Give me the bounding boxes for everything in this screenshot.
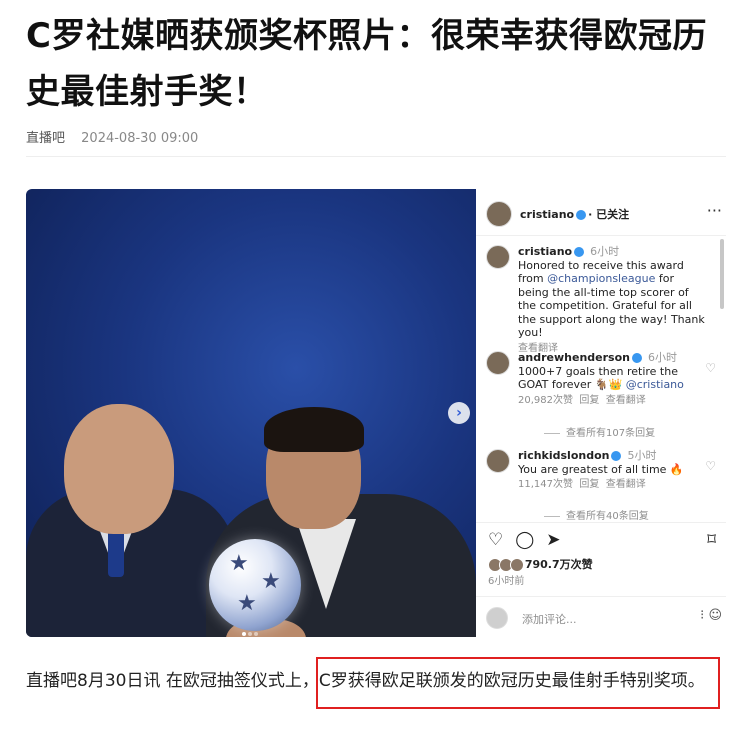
comment-time: 5小时 [627, 449, 657, 462]
translate-link[interactable]: 查看翻译 [606, 395, 646, 406]
person-left-head [64, 404, 174, 534]
article-source[interactable]: 直播吧 [26, 131, 65, 146]
heart-icon[interactable]: ♡ [705, 459, 716, 473]
bookmark-icon[interactable]: ⌑ [707, 530, 716, 550]
mention-link[interactable]: @championsleague [547, 272, 655, 285]
next-image-button[interactable]: › [448, 402, 470, 424]
trophy-ball: ★ ★ ★ [209, 539, 301, 631]
emoji-icon[interactable]: ⁝ ☺ [700, 608, 722, 623]
comment-time: 6小时 [590, 245, 620, 258]
heart-icon[interactable]: ♡ [705, 361, 716, 375]
like-count[interactable]: 20,982次赞 [518, 395, 573, 406]
post-actions: ♡ ◯ ➤ ⌑ [488, 530, 716, 550]
username[interactable]: cristiano [520, 208, 574, 221]
avatar[interactable] [486, 449, 510, 473]
post-author[interactable]: cristiano · 已关注 [520, 206, 629, 222]
liker-avatar [510, 558, 524, 572]
view-replies-link[interactable]: 查看所有107条回复 [544, 424, 655, 439]
avatar[interactable] [486, 201, 512, 227]
article-datetime: 2024-08-30 09:00 [81, 131, 199, 146]
post-sidebar: cristiano · 已关注 ··· cristiano 6小时 Honored … [476, 189, 726, 637]
add-comment-bar: 添加评论... ⁝ ☺ [486, 607, 722, 629]
heart-icon[interactable]: ♡ [488, 530, 503, 550]
carousel-dot[interactable] [248, 632, 252, 636]
verified-icon [574, 247, 585, 257]
carousel-dot[interactable] [254, 632, 258, 636]
carousel-dot[interactable] [242, 632, 246, 636]
avatar[interactable] [486, 351, 510, 375]
divider [476, 596, 726, 597]
scrollbar[interactable] [720, 239, 724, 309]
comment-text: You are greatest of all time 🔥 [518, 462, 684, 476]
translate-link[interactable]: 查看翻译 [606, 479, 646, 490]
divider [476, 235, 726, 236]
comment-user[interactable]: andrewhenderson [518, 351, 630, 364]
comment-user[interactable]: cristiano [518, 245, 572, 258]
follow-status[interactable]: · 已关注 [588, 208, 629, 221]
person-right-hair [264, 407, 364, 452]
post-likes[interactable]: 790.7万次赞 [488, 556, 593, 572]
mention-link[interactable]: @cristiano [626, 378, 684, 391]
avatar [486, 607, 508, 629]
share-icon[interactable]: ➤ [546, 530, 560, 550]
comment-time: 6小时 [648, 351, 677, 364]
verified-icon [576, 210, 587, 220]
like-count[interactable]: 11,147次赞 [518, 479, 573, 490]
emoji-icon[interactable]: ☺ [708, 608, 722, 623]
article-meta: 直播吧 2024-08-30 09:00 [26, 127, 198, 146]
avatar[interactable] [486, 245, 510, 269]
reply-link[interactable]: 回复 [579, 479, 599, 490]
more-icon[interactable]: ··· [707, 201, 722, 220]
comment-meta: 11,147次赞 回复 查看翻译 [518, 478, 708, 492]
article-title: C罗社媒晒获颁奖杯照片：很荣幸获得欧冠历史最佳射手奖！ [26, 16, 707, 112]
comment-meta: 20,982次赞 回复 查看翻译 [518, 394, 708, 408]
like-count[interactable]: 790.7万次赞 [525, 558, 593, 571]
instagram-post-embed: ★ ★ ★ › cristiano · 已关注 ··· cristiano 6小时 … [26, 189, 726, 637]
reply-link[interactable]: 回复 [579, 395, 599, 406]
post-header: cristiano · 已关注 ··· [486, 201, 722, 227]
verified-icon [611, 451, 622, 461]
highlight-box [316, 657, 720, 709]
post-time: 6小时前 [488, 576, 525, 587]
divider [476, 522, 726, 523]
comment-icon[interactable]: ◯ [515, 530, 534, 550]
divider [26, 156, 726, 157]
view-replies-link[interactable]: 查看所有40条回复 [544, 507, 649, 522]
post-photo[interactable]: ★ ★ ★ › [26, 189, 476, 637]
carousel-dots [241, 621, 259, 637]
verified-icon [632, 353, 642, 363]
comment-input[interactable]: 添加评论... [522, 611, 577, 627]
comment-user[interactable]: richkidslondon [518, 449, 609, 462]
